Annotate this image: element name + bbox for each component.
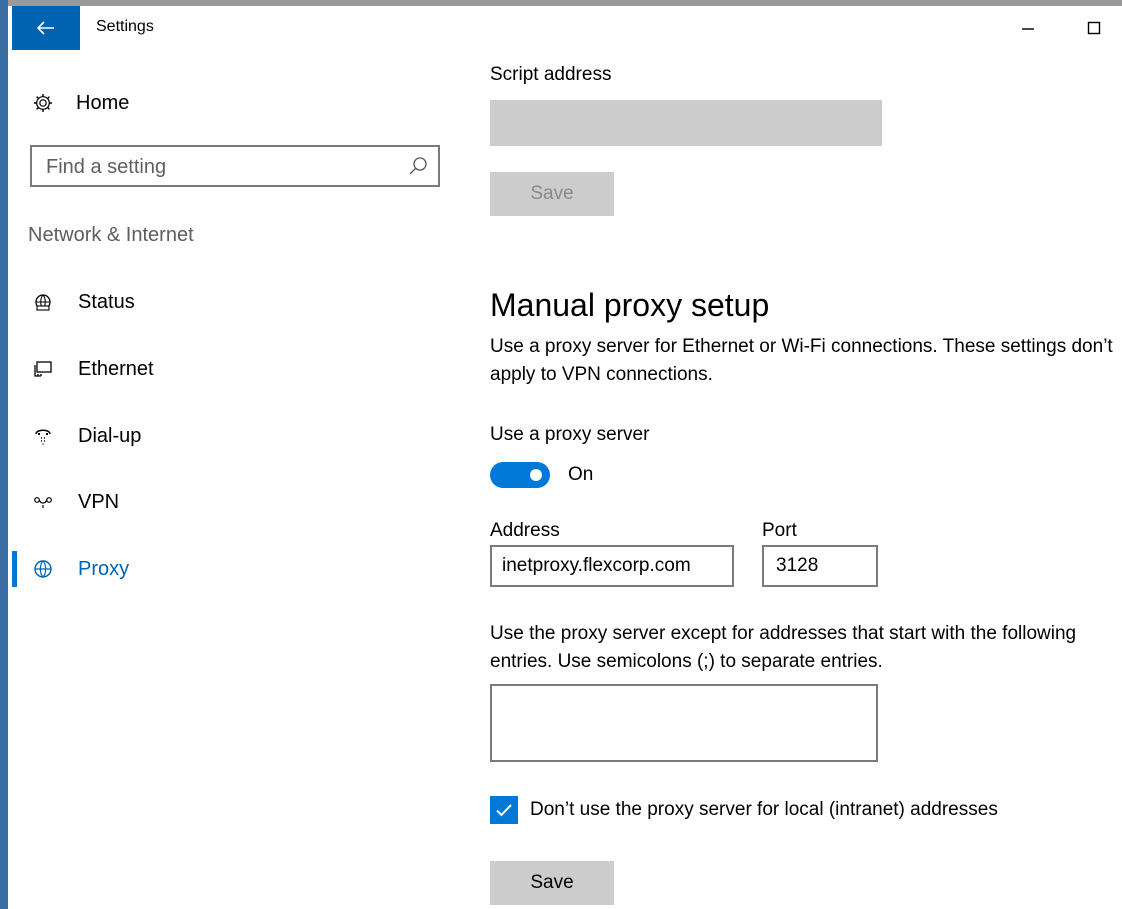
toggle-state-label: On bbox=[568, 464, 594, 485]
checkmark-icon bbox=[496, 804, 512, 817]
maximize-icon bbox=[1087, 21, 1101, 35]
window-left-edge bbox=[0, 0, 8, 909]
local-addresses-checkbox[interactable] bbox=[490, 796, 518, 824]
maximize-button[interactable] bbox=[1076, 6, 1112, 50]
nav-home[interactable]: Home bbox=[32, 86, 272, 120]
window-title: Settings bbox=[96, 18, 154, 35]
use-proxy-toggle[interactable] bbox=[490, 462, 550, 488]
back-button[interactable] bbox=[12, 6, 80, 50]
sidebar-item-label: Status bbox=[78, 290, 135, 313]
gear-icon bbox=[34, 94, 52, 112]
address-field[interactable] bbox=[490, 545, 734, 587]
globe-status-icon bbox=[32, 291, 54, 313]
sidebar-item-label: Dial-up bbox=[78, 424, 142, 447]
minimize-icon bbox=[1022, 28, 1034, 30]
sidebar-item-ethernet[interactable]: Ethernet bbox=[12, 349, 432, 389]
exceptions-description: Use the proxy server except for addresse… bbox=[490, 623, 1077, 672]
search-input[interactable] bbox=[44, 147, 398, 187]
page-title: Manual proxy setup bbox=[490, 287, 770, 324]
back-arrow-icon bbox=[37, 21, 54, 35]
sidebar-item-proxy[interactable]: Proxy bbox=[12, 549, 432, 589]
minimize-button[interactable] bbox=[1010, 6, 1046, 50]
window-top-edge bbox=[0, 0, 1122, 6]
dial-up-icon bbox=[32, 425, 54, 447]
vpn-icon bbox=[32, 491, 54, 513]
search-icon[interactable] bbox=[408, 156, 428, 176]
local-addresses-label: Don’t use the proxy server for local (in… bbox=[530, 799, 998, 820]
selection-indicator bbox=[12, 551, 17, 587]
sidebar-item-dial-up[interactable]: Dial-up bbox=[12, 416, 432, 456]
port-field[interactable] bbox=[762, 545, 878, 587]
port-label: Port bbox=[762, 520, 797, 541]
nav-home-label: Home bbox=[76, 91, 130, 114]
sidebar-item-label: Ethernet bbox=[78, 357, 154, 380]
sidebar-item-vpn[interactable]: VPN bbox=[12, 482, 432, 522]
script-save-button[interactable]: Save bbox=[490, 172, 614, 216]
use-proxy-label: Use a proxy server bbox=[490, 424, 650, 445]
exceptions-field[interactable] bbox=[490, 684, 878, 762]
ethernet-icon bbox=[32, 358, 54, 380]
toggle-knob bbox=[530, 469, 542, 481]
sidebar-item-status[interactable]: Status bbox=[12, 282, 432, 322]
proxy-description: Use a proxy server for Ethernet or Wi-Fi… bbox=[490, 336, 1113, 385]
save-button[interactable]: Save bbox=[490, 861, 614, 905]
globe-icon bbox=[32, 558, 54, 580]
address-label: Address bbox=[490, 520, 560, 541]
section-heading: Network & Internet bbox=[28, 224, 194, 246]
script-address-label: Script address bbox=[490, 64, 612, 85]
sidebar-item-label: VPN bbox=[78, 490, 120, 513]
search-box[interactable] bbox=[30, 145, 440, 187]
script-address-field[interactable] bbox=[490, 100, 882, 146]
sidebar-item-label: Proxy bbox=[78, 557, 130, 580]
